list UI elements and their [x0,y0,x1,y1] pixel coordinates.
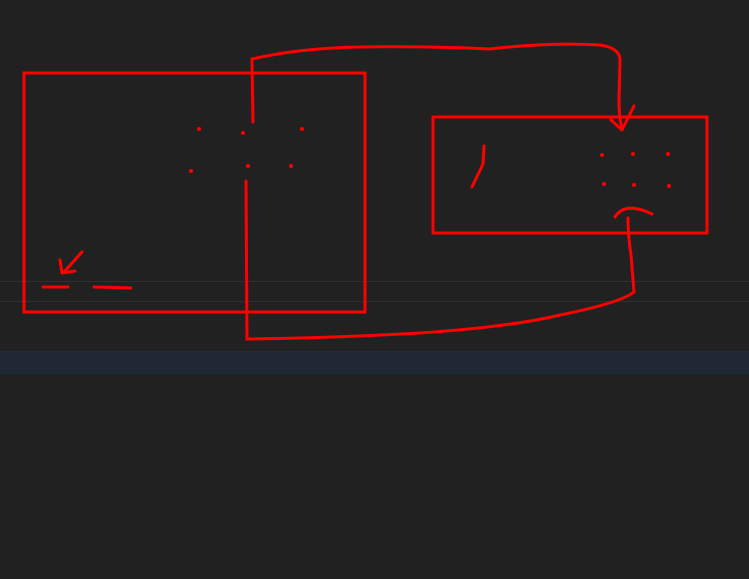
separator-line [0,301,749,302]
bottom-connector-hook [613,206,654,219]
right-box-mark [470,144,486,189]
separator-line [0,281,749,282]
top-connector [250,42,624,130]
bottom-connector [244,179,636,341]
left-box-dots [189,127,304,173]
bottom-band [0,351,749,374]
red-drawing-layer [22,42,709,341]
connector-arrowhead [609,104,636,132]
arrowhead-icon [58,258,77,275]
drawing-canvas [0,0,749,579]
down-left-arrow-icon [62,250,84,274]
right-rectangle [431,115,709,235]
left-rectangle [22,71,367,314]
dash-mark [92,285,133,290]
right-box-dots [600,152,671,188]
